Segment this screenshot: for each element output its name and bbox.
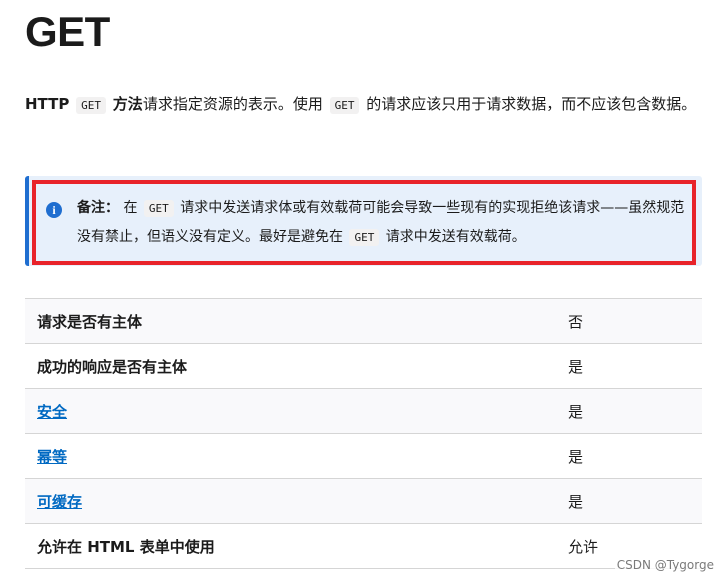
page-title: GET <box>25 8 110 55</box>
idempotent-link[interactable]: 幂等 <box>37 448 67 466</box>
row-key: 成功的响应是否有主体 <box>25 343 556 389</box>
row-key: 幂等 <box>25 433 556 479</box>
note-label: 备注： <box>77 200 119 216</box>
note-text: 备注： 在 GET 请求中发送请求体或有效载荷可能会导致一些现有的实现拒绝该请求… <box>77 194 689 252</box>
table-row: 请求是否有主体 否 <box>25 298 702 344</box>
row-key: 请求是否有主体 <box>25 298 556 344</box>
row-key: 安全 <box>25 388 556 434</box>
row-value: 是 <box>556 343 702 389</box>
note-text-part: 在 <box>123 200 138 216</box>
cacheable-link[interactable]: 可缓存 <box>37 493 82 511</box>
row-value: 是 <box>556 433 702 479</box>
inline-code: GET <box>329 97 360 114</box>
inline-code: GET <box>76 97 107 114</box>
note-text-part: 请求中发送有效载荷。 <box>385 229 526 245</box>
inline-code: GET <box>143 200 174 217</box>
table-row: 成功的响应是否有主体 是 <box>25 343 702 389</box>
info-icon: i <box>46 202 62 218</box>
row-value: 是 <box>556 478 702 524</box>
table-row: 幂等 是 <box>25 433 702 479</box>
table-row: 安全 是 <box>25 388 702 434</box>
http-label: HTTP <box>25 95 70 113</box>
row-value: 是 <box>556 388 702 434</box>
inline-code: GET <box>349 229 380 246</box>
row-value: 否 <box>556 298 702 344</box>
row-key: 可缓存 <box>25 478 556 524</box>
table-row: 允许在 HTML 表单中使用 允许 <box>25 523 702 569</box>
intro-text: 的请求应该只用于请求数据，而不应该包含数据。 <box>366 95 697 113</box>
safe-link[interactable]: 安全 <box>37 403 67 421</box>
method-link-text: 方法 <box>112 95 143 113</box>
watermark: CSDN @Tygorge <box>614 558 716 572</box>
spec-table: 请求是否有主体 否 成功的响应是否有主体 是 安全 是 幂等 是 可缓存 是 允… <box>25 298 702 569</box>
row-key: 允许在 HTML 表单中使用 <box>25 523 556 569</box>
intro-text: 请求指定资源的表示。使用 <box>142 95 323 113</box>
table-row: 可缓存 是 <box>25 478 702 524</box>
intro-paragraph: HTTP GET 方法请求指定资源的表示。使用 GET 的请求应该只用于请求数据… <box>25 90 701 120</box>
